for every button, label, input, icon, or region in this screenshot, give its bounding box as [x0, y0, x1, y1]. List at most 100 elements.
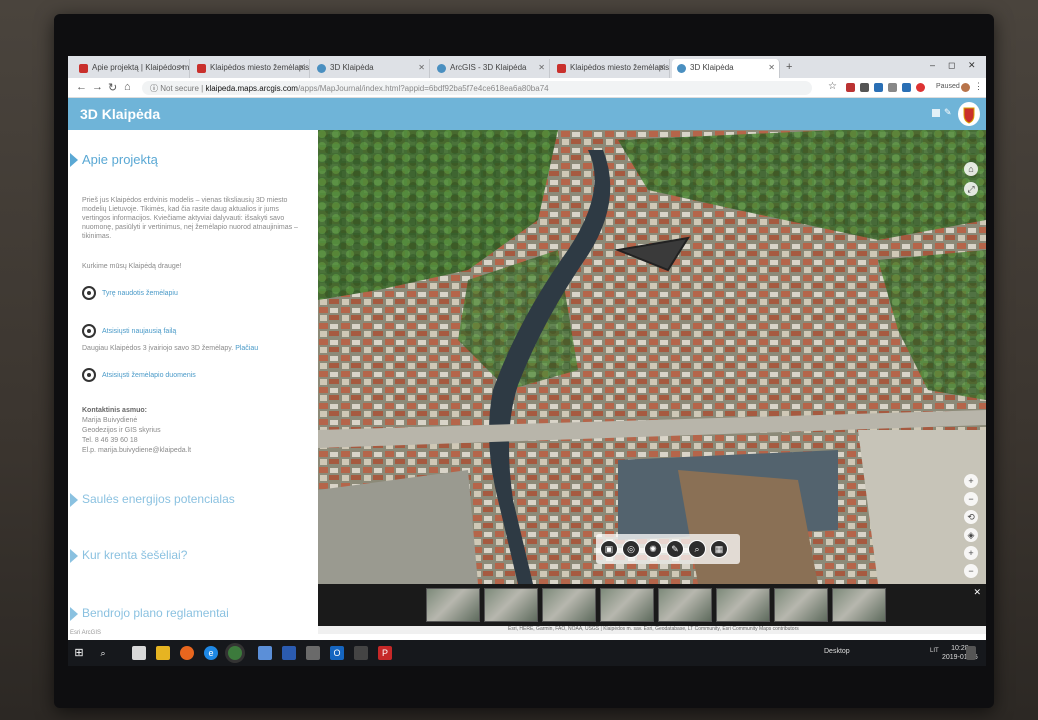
- link-how-to-use[interactable]: Tyrę naudotis žemėlapiu: [82, 286, 178, 300]
- bookmark-star-icon[interactable]: ☆: [828, 81, 837, 92]
- zoom-in-button[interactable]: +: [964, 474, 978, 488]
- app-icon[interactable]: [282, 646, 296, 660]
- tab-apie-projekta[interactable]: Apie projektą | Klaipėdos miesto ✕: [74, 59, 190, 78]
- close-tab-icon[interactable]: ✕: [658, 63, 665, 72]
- facebook-share-icon[interactable]: [932, 109, 940, 117]
- section-plan-heading[interactable]: Bendrojo plano reglamentai: [70, 606, 229, 621]
- slide-thumbnail[interactable]: [716, 588, 770, 622]
- close-slides-icon[interactable]: ✕: [973, 587, 981, 598]
- slide-thumbnail[interactable]: [832, 588, 886, 622]
- basemap-grid-icon[interactable]: ▦: [710, 540, 728, 558]
- contact-email[interactable]: El.p. marija.buivydiene@klaipeda.lt: [82, 447, 191, 454]
- input-language[interactable]: LIT: [930, 648, 939, 654]
- close-tab-icon[interactable]: ✕: [418, 63, 425, 72]
- daylight-icon[interactable]: ✺: [644, 540, 662, 558]
- home-view-icon[interactable]: ⌂: [964, 162, 978, 176]
- home-icon[interactable]: ⌂: [124, 81, 131, 93]
- tab-arcgis[interactable]: ArcGIS - 3D Klaipėda ✕: [432, 59, 550, 78]
- notifications-icon[interactable]: [966, 646, 976, 660]
- avatar[interactable]: [961, 83, 970, 92]
- desktop-toolbar-label[interactable]: Desktop: [824, 648, 850, 655]
- powerpoint-icon[interactable]: P: [378, 646, 392, 660]
- maximize-button[interactable]: ◻: [948, 60, 955, 71]
- fullscreen-icon[interactable]: ⤢: [964, 182, 978, 196]
- tab-label: 3D Klaipėda: [330, 63, 374, 72]
- url-domain: klaipeda.maps.arcgis.com: [205, 84, 298, 93]
- slide-thumbnail[interactable]: [542, 588, 596, 622]
- app-icon[interactable]: [354, 646, 368, 660]
- klaipeda-crest-icon: [557, 64, 566, 73]
- section-solar-heading[interactable]: Saulės energijos potencialas: [70, 492, 235, 507]
- layers-icon[interactable]: ◎: [622, 540, 640, 558]
- close-tab-icon[interactable]: ✕: [768, 63, 775, 72]
- tab-3d-klaipeda[interactable]: 3D Klaipėda ✕: [312, 59, 430, 78]
- extension-icon[interactable]: [860, 83, 869, 92]
- tab-label: Klaipėdos miesto žemėlapis | Kl: [570, 63, 670, 72]
- extension-icon[interactable]: [846, 83, 855, 92]
- tab-zemelapis[interactable]: Klaipėdos miesto žemėlapis | Kl ✕: [192, 59, 310, 78]
- slide-thumbnail[interactable]: [600, 588, 654, 622]
- outlook-icon[interactable]: O: [330, 646, 344, 660]
- search-icon[interactable]: ⌕: [96, 646, 110, 660]
- 3d-map-viewport[interactable]: ⌂ ⤢ + − ⟲ ◈ + − ▣ ◎ ✺ ✎ ⌕ ▦: [318, 130, 986, 584]
- firefox-icon[interactable]: [180, 646, 194, 660]
- close-tab-icon[interactable]: ✕: [538, 63, 545, 72]
- app-title: 3D Klaipėda: [80, 106, 161, 122]
- slide-thumbnail[interactable]: [774, 588, 828, 622]
- profile-status[interactable]: Paused: [936, 83, 960, 90]
- contact-name: Marija Buivydienė: [82, 417, 138, 424]
- search-icon[interactable]: ⌕: [688, 540, 706, 558]
- menu-dots-icon[interactable]: ⋮: [974, 81, 983, 92]
- extension-icon[interactable]: [888, 83, 897, 92]
- link-download-data[interactable]: Atsisiųsti žemėlapio duomenis: [82, 368, 196, 382]
- extension-icon[interactable]: [874, 83, 883, 92]
- rotate-icon[interactable]: ⟲: [964, 510, 978, 524]
- tab-zemelapis-2[interactable]: Klaipėdos miesto žemėlapis | Kl ✕: [552, 59, 670, 78]
- powered-by-label: Esri ArcGIS: [70, 630, 102, 636]
- slide-thumbnail[interactable]: [484, 588, 538, 622]
- globe-icon: [317, 64, 326, 73]
- windows-start-icon[interactable]: ⊞: [72, 646, 86, 660]
- address-bar[interactable]: ⓘ Not secure | klaipeda.maps.arcgis.com/…: [142, 81, 812, 95]
- edge-icon[interactable]: e: [204, 646, 218, 660]
- back-arrow-icon[interactable]: ←: [76, 81, 87, 93]
- slide-thumbnail[interactable]: [426, 588, 480, 622]
- note-text: Daugiau Klaipėdos 3 įvairiojo savo 3D že…: [82, 345, 259, 352]
- url-path: /apps/MapJournal/index.html?appid=6bdf92…: [297, 84, 549, 93]
- klaipeda-crest-logo: [958, 102, 980, 126]
- link-download-latest[interactable]: Atsisiųsti naujausią failą: [82, 324, 176, 338]
- minimize-button[interactable]: –: [930, 60, 935, 70]
- globe-icon: [437, 64, 446, 73]
- forward-arrow-icon[interactable]: →: [92, 81, 103, 93]
- zoom-out-button[interactable]: −: [964, 492, 978, 506]
- monitor-screen: Apie projektą | Klaipėdos miesto ✕ Klaip…: [68, 56, 986, 666]
- chrome-icon[interactable]: [228, 646, 242, 660]
- tab-3d-klaipeda-active[interactable]: 3D Klaipėda ✕: [672, 59, 780, 78]
- calculator-icon[interactable]: [306, 646, 320, 660]
- file-icon[interactable]: [132, 646, 146, 660]
- slice-icon[interactable]: ✎: [666, 540, 684, 558]
- close-window-button[interactable]: ✕: [968, 60, 976, 71]
- pan-button[interactable]: +: [964, 546, 978, 560]
- edit-pencil-icon[interactable]: ✎: [944, 107, 952, 118]
- info-circle-icon: [82, 286, 96, 300]
- opera-icon[interactable]: [916, 83, 925, 92]
- measure-icon[interactable]: ▣: [600, 540, 618, 558]
- app-icon[interactable]: [258, 646, 272, 660]
- contact-title: Kontaktinis asmuo:: [82, 407, 147, 414]
- close-tab-icon[interactable]: ✕: [298, 63, 305, 72]
- note-link[interactable]: Plačiau: [235, 345, 258, 352]
- extension-icon[interactable]: [902, 83, 911, 92]
- new-tab-button[interactable]: +: [786, 61, 792, 73]
- close-tab-icon[interactable]: ✕: [178, 63, 185, 72]
- section-about-heading[interactable]: Apie projektą: [70, 152, 158, 167]
- section-shadows-heading[interactable]: Kur krenta šešėliai?: [69, 548, 187, 563]
- tab-label: 3D Klaipėda: [690, 63, 734, 72]
- intro-paragraph: Prieš jus Klaipėdos erdvinis modelis – v…: [82, 197, 298, 240]
- klaipeda-crest-icon: [197, 64, 206, 73]
- folder-icon[interactable]: [156, 646, 170, 660]
- compass-icon[interactable]: ◈: [964, 528, 978, 542]
- zoom-out-button-2[interactable]: −: [964, 564, 978, 578]
- reload-icon[interactable]: ↻: [108, 81, 117, 94]
- slide-thumbnail[interactable]: [658, 588, 712, 622]
